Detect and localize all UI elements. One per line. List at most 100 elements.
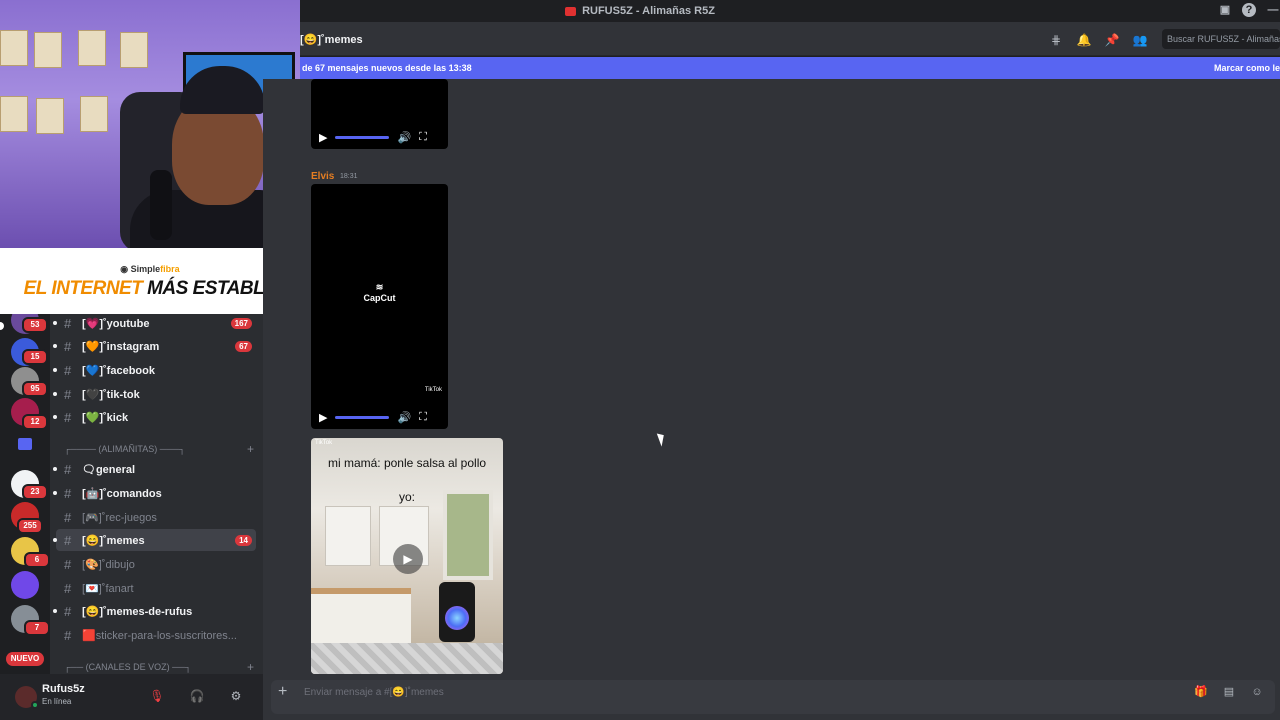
tiktok-tag: TikTok: [315, 440, 333, 446]
bell-icon[interactable]: 🔔: [1076, 32, 1092, 48]
server-badge: 95: [22, 381, 48, 397]
pin-icon[interactable]: 📌: [1104, 32, 1120, 48]
channel-header: [😄]˚memes ⋕ 🔔 📌 👥 Buscar RUFUS5Z - Alima…: [300, 22, 1280, 56]
channel-general[interactable]: # 🗨general: [53, 458, 256, 480]
sticker-icon[interactable]: ☺: [1250, 685, 1264, 699]
deafened-icon[interactable]: 🎧: [188, 687, 206, 705]
play-icon[interactable]: ▶: [319, 411, 327, 424]
channel-label: [💚]˚kick: [82, 411, 129, 424]
play-icon[interactable]: ▶: [393, 544, 423, 574]
sponsor-brand: ◉ Simplefibra: [120, 264, 180, 274]
channel-memes-de-rufus[interactable]: # [😄]˚memes-de-rufus: [53, 600, 256, 622]
channel-sticker-para-los-suscritores[interactable]: # 🟥sticker-para-los-suscritores...: [56, 624, 256, 646]
channel-facebook[interactable]: # [💙]˚facebook: [53, 359, 256, 381]
mic-muted-icon[interactable]: 🎙: [148, 687, 166, 705]
new-messages-bar[interactable]: de 67 mensajes nuevos desde las 13:38 Ma…: [300, 57, 1280, 79]
minimize-icon[interactable]: —: [1266, 3, 1280, 17]
hash-icon: #: [64, 556, 72, 572]
server-badge: 23: [22, 484, 48, 500]
mouse-cursor-icon: [656, 431, 668, 447]
channel-fanart[interactable]: # [💌]˚fanart: [56, 577, 256, 599]
channel-kick[interactable]: # [💚]˚kick: [53, 406, 256, 428]
window-title: RUFUS5Z - Alimañas R5Z: [582, 5, 715, 17]
video-attachment[interactable]: ≋ CapCut TikTok ▶ 🔊 ⛶: [311, 184, 448, 429]
mark-as-read-button[interactable]: Marcar como le: [1214, 57, 1280, 79]
app-logo-icon: [565, 6, 577, 16]
wanted-poster: [34, 32, 62, 68]
play-icon[interactable]: ▶: [319, 131, 327, 144]
unread-dot: [53, 344, 57, 348]
meme-caption-line2: yo:: [398, 490, 415, 504]
add-attachment-icon[interactable]: +: [278, 683, 287, 701]
channel-tik-tok[interactable]: # [🖤]˚tik-tok: [53, 383, 256, 405]
inbox-icon[interactable]: ▣: [1218, 3, 1232, 17]
hash-icon: #: [64, 362, 72, 378]
username: Rufus5z: [42, 683, 85, 695]
category-canales-de-voz[interactable]: ┌── (CANALES DE VOZ) ──┐ +: [64, 660, 254, 674]
unread-dot: [53, 609, 57, 613]
video-attachment[interactable]: ▶ 🔊 ⛶: [311, 79, 448, 149]
fullscreen-icon[interactable]: ⛶: [419, 411, 427, 424]
channel-comandos[interactable]: # [🤖]˚comandos: [53, 482, 256, 504]
wanted-poster: [78, 30, 106, 66]
members-icon[interactable]: 👥: [1132, 32, 1148, 48]
progress-bar[interactable]: [335, 415, 390, 419]
volume-icon[interactable]: 🔊: [397, 411, 411, 424]
slogan-part1: EL INTERNET: [23, 278, 148, 299]
channel-label: [😄]˚memes-de-rufus: [82, 605, 193, 618]
sponsor-banner: ◉ Simplefibra EL INTERNET MÁS ESTABLE: [0, 248, 300, 314]
unread-dot: [53, 392, 57, 396]
server-badge: 7: [24, 620, 50, 636]
title-bar-controls: ▣ ? —: [1218, 3, 1280, 17]
message-input[interactable]: Enviar mensaje a #[😄]˚memes: [304, 687, 444, 698]
threads-icon[interactable]: ⋕: [1048, 32, 1064, 48]
channel-label: [🎨]˚dibujo: [82, 558, 135, 571]
unread-dot: [53, 491, 57, 495]
hash-icon: #: [64, 315, 72, 331]
channel-label: [💌]˚fanart: [82, 582, 134, 595]
unread-dot: [53, 415, 57, 419]
hash-icon: #: [64, 386, 72, 402]
wanted-poster: [0, 30, 28, 66]
wanted-poster: [80, 96, 108, 132]
category-alimanitas[interactable]: ┌──── (ALIMAÑITAS) ───┐ +: [64, 442, 254, 456]
add-channel-icon[interactable]: +: [247, 442, 254, 456]
video-controls: ▶ 🔊 ⛶: [311, 405, 448, 429]
folder-icon[interactable]: [18, 438, 32, 450]
channel-label: 🟥sticker-para-los-suscritores...: [82, 629, 237, 642]
fullscreen-icon[interactable]: ⛶: [419, 131, 427, 144]
message-author[interactable]: Elvis: [311, 171, 334, 182]
gif-icon[interactable]: ▤: [1222, 685, 1236, 699]
search-input[interactable]: Buscar RUFUS5Z - Alimañas: [1162, 29, 1280, 49]
channel-dibujo[interactable]: # [🎨]˚dibujo: [56, 553, 256, 575]
brand-part1: Simple: [130, 264, 161, 274]
server-badge: 12: [22, 414, 48, 430]
video-controls: ▶ 🔊 ⛶: [311, 125, 448, 149]
help-icon[interactable]: ?: [1242, 3, 1256, 17]
channel-youtube[interactable]: # [💗]˚youtube 167: [53, 312, 256, 334]
server-badge: 6: [24, 552, 50, 568]
channel-label: [🤖]˚comandos: [82, 487, 162, 500]
capcut-watermark: ≋ CapCut: [363, 282, 396, 303]
mention-badge: 14: [235, 534, 252, 546]
settings-gear-icon[interactable]: ⚙: [227, 687, 245, 705]
mention-badge: 167: [230, 317, 252, 329]
channel-label: [💙]˚facebook: [82, 364, 155, 377]
channel-memes[interactable]: # [😄]˚memes 14: [53, 529, 256, 551]
volume-icon[interactable]: 🔊: [397, 131, 411, 144]
message-list: ▶ 🔊 ⛶ Elvis 18:31 ≋CapCut TikTok ▶ 🔊 ⛶: [263, 79, 1280, 674]
add-channel-icon[interactable]: +: [247, 660, 254, 674]
unread-dot: [53, 538, 57, 542]
progress-bar[interactable]: [335, 135, 390, 139]
channel-instagram[interactable]: # [🧡]˚instagram 67: [53, 335, 256, 357]
gift-icon[interactable]: 🎁: [1194, 685, 1208, 699]
server-icon[interactable]: [11, 571, 39, 599]
new-messages-text: de 67 mensajes nuevos desde las 13:38: [302, 63, 472, 73]
hash-icon: #: [64, 485, 72, 501]
new-servers-badge[interactable]: NUEVO: [6, 652, 44, 666]
server-badge: 15: [22, 349, 48, 365]
meme-video-attachment[interactable]: TikTok mi mamá: ponle salsa al pollo yo:…: [311, 438, 503, 674]
message-composer: + Enviar mensaje a #[😄]˚memes 🎁 ▤ ☺: [263, 674, 1280, 720]
tiktok-watermark: TikTok: [424, 387, 442, 393]
channel-rec-juegos[interactable]: # [🎮]˚rec-juegos: [56, 506, 256, 528]
